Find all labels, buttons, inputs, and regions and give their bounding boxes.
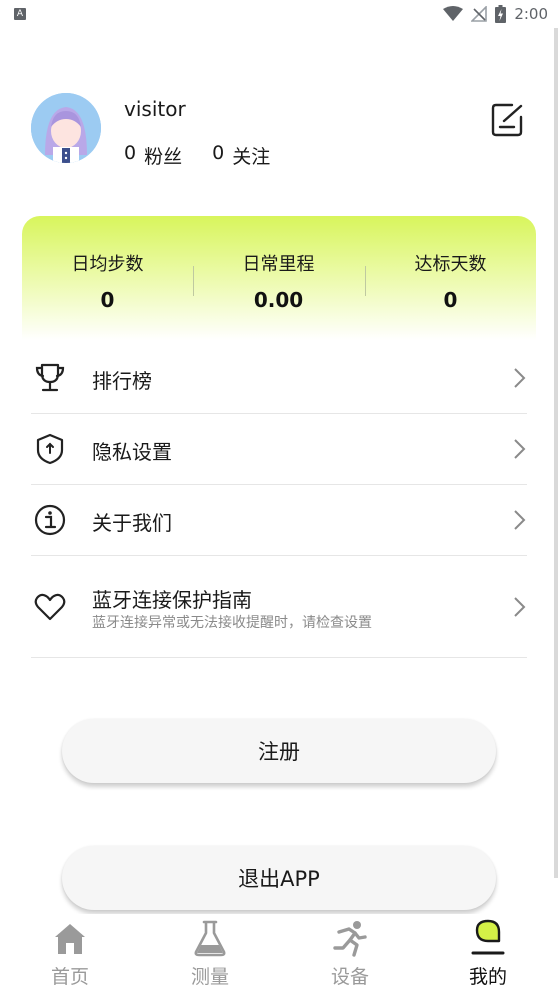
battery-charging-icon: [495, 5, 507, 23]
nav-label: 测量: [190, 966, 229, 988]
username: visitor: [124, 97, 186, 121]
flask-icon: [194, 920, 226, 957]
home-icon: [55, 924, 85, 954]
chevron-right-icon: [514, 510, 526, 530]
notification-icon: A: [14, 8, 26, 20]
followers-count[interactable]: 0: [124, 142, 136, 169]
nav-measure[interactable]: 测量: [140, 914, 280, 992]
followers-label[interactable]: 粉丝: [144, 142, 182, 169]
no-signal-icon: [471, 6, 488, 22]
menu-label: 排行榜: [92, 369, 152, 393]
scroll-indicator: [554, 28, 558, 878]
menu-label: 隐私设置: [92, 440, 172, 464]
my-profile-screen: A 2:00 visitor 0 粉丝 0 关注 日均步数 0 日常里程 0.0…: [0, 0, 558, 992]
shield-icon: [36, 433, 64, 465]
avatar-illustration: [31, 93, 101, 163]
settings-menu: 排行榜 隐私设置 关于我们 蓝牙连接保护指南 蓝牙连接异常或无法接收提醒时，请检…: [31, 343, 527, 658]
stat-daily-distance: 日常里程 0.00: [193, 250, 364, 312]
menu-label: 关于我们: [92, 511, 172, 535]
stat-value: 0.00: [253, 288, 304, 312]
stat-label: 日均步数: [71, 254, 144, 275]
avatar[interactable]: [31, 93, 101, 163]
nav-home[interactable]: 首页: [0, 914, 140, 992]
wifi-icon: [443, 6, 464, 21]
stat-goal-days: 达标天数 0: [365, 250, 536, 312]
trophy-icon: [35, 363, 65, 392]
following-label[interactable]: 关注: [232, 142, 270, 169]
stat-value: 0: [443, 288, 458, 312]
edit-profile-button[interactable]: [490, 101, 526, 139]
menu-item-privacy[interactable]: 隐私设置: [31, 414, 527, 485]
stats-card: 日均步数 0 日常里程 0.00 达标天数 0: [22, 216, 536, 340]
logout-button[interactable]: 退出APP: [62, 846, 496, 910]
runner-icon: [333, 921, 367, 957]
profile-icon: [471, 919, 505, 955]
info-icon: [34, 504, 66, 536]
stat-label: 达标天数: [414, 254, 487, 275]
nav-mine[interactable]: 我的: [418, 914, 558, 992]
nav-label: 首页: [50, 966, 89, 988]
menu-item-leaderboard[interactable]: 排行榜: [31, 343, 527, 414]
status-icons: 2:00: [443, 4, 548, 24]
chevron-right-icon: [514, 368, 526, 388]
chevron-right-icon: [514, 597, 526, 617]
stat-avg-steps: 日均步数 0: [22, 250, 193, 312]
nav-devices[interactable]: 设备: [280, 914, 420, 992]
stat-label: 日常里程: [242, 254, 315, 275]
status-bar: A 2:00: [0, 0, 558, 30]
menu-item-about[interactable]: 关于我们: [31, 485, 527, 556]
menu-label: 蓝牙连接保护指南: [92, 588, 252, 612]
heart-icon: [34, 593, 66, 621]
chevron-right-icon: [514, 439, 526, 459]
register-button[interactable]: 注册: [62, 719, 496, 783]
status-time: 2:00: [514, 5, 548, 23]
following-count[interactable]: 0: [212, 142, 224, 169]
nav-label: 我的: [468, 966, 507, 988]
menu-item-bluetooth-guide[interactable]: 蓝牙连接保护指南 蓝牙连接异常或无法接收提醒时，请检查设置: [31, 556, 527, 658]
menu-sublabel: 蓝牙连接异常或无法接收提醒时，请检查设置: [92, 615, 372, 631]
nav-label: 设备: [330, 966, 369, 988]
follow-stats: 0 粉丝 0 关注: [124, 142, 270, 169]
bottom-nav: 首页 测量 设备 我的: [0, 914, 558, 992]
edit-icon: [491, 103, 523, 137]
stat-value: 0: [100, 288, 115, 312]
